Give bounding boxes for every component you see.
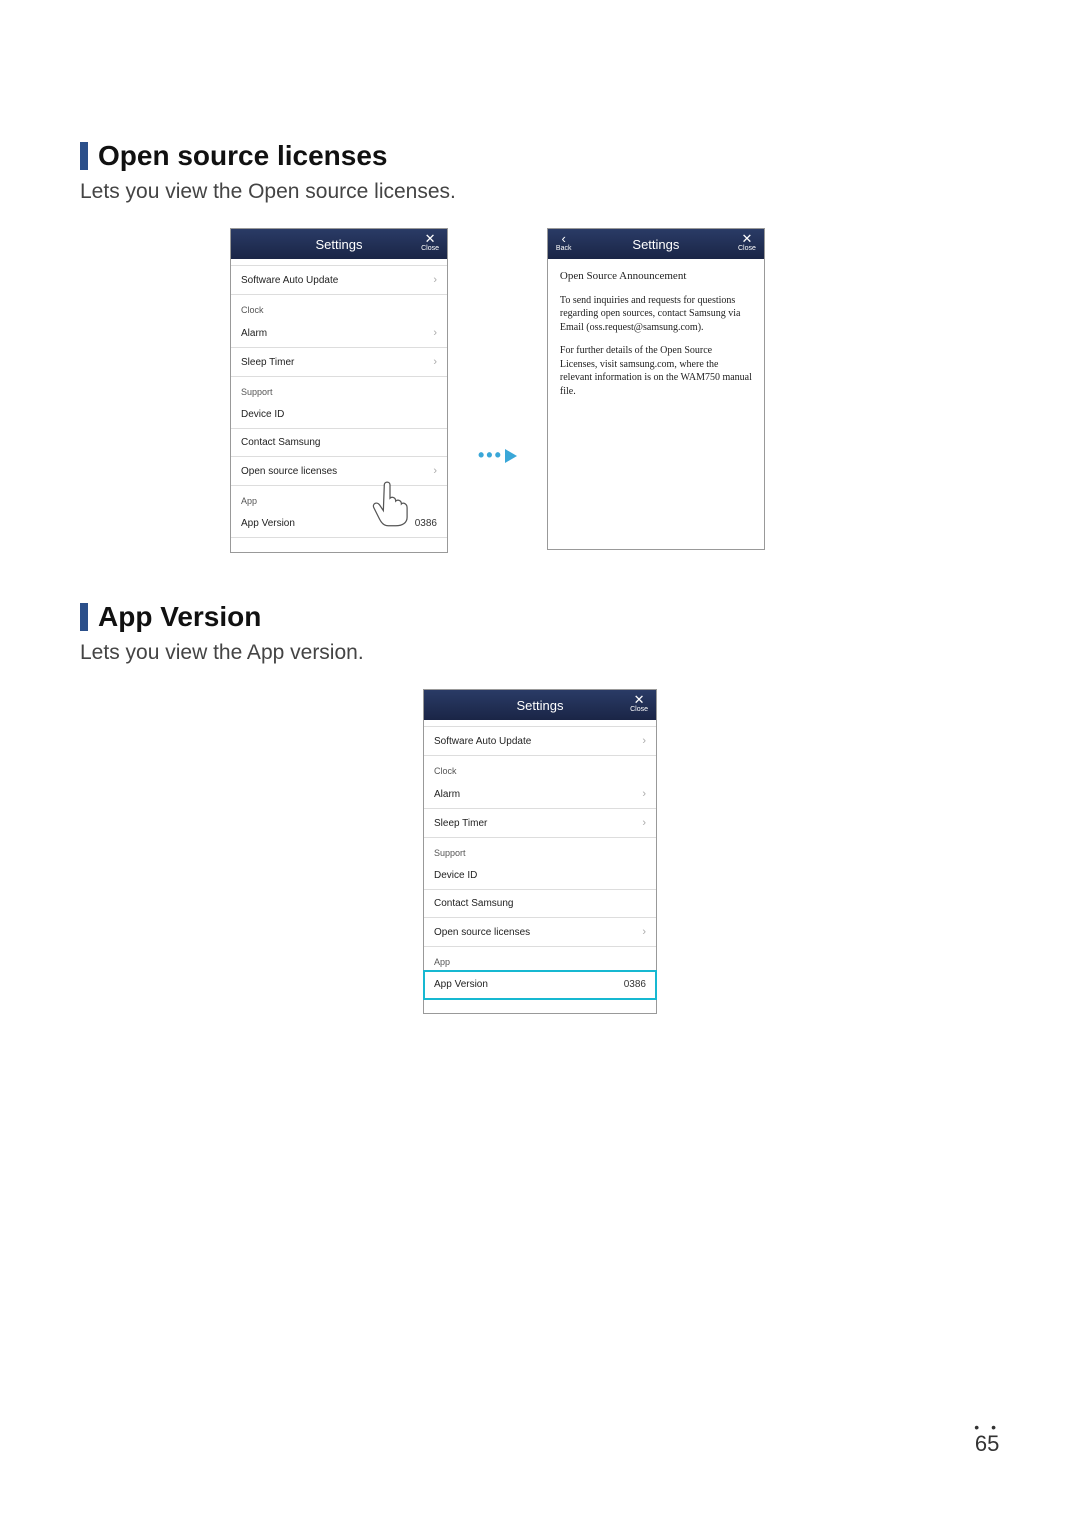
item-device-id[interactable]: Device ID: [231, 401, 447, 429]
item-label: Sleep Timer: [434, 818, 487, 829]
item-sleep-timer[interactable]: Sleep Timer ›: [231, 348, 447, 377]
heading-accent-bar: [80, 603, 88, 631]
item-label: Open source licenses: [434, 927, 530, 938]
close-label: Close: [630, 706, 648, 713]
group-support-label: Support: [424, 838, 656, 862]
item-software-auto-update[interactable]: Software Auto Update ›: [424, 726, 656, 756]
chevron-right-icon: ›: [433, 327, 437, 339]
chevron-right-icon: ›: [642, 817, 646, 829]
app-version-value: 0386: [624, 979, 646, 990]
chevron-right-icon: ›: [433, 356, 437, 368]
item-device-id[interactable]: Device ID: [424, 862, 656, 890]
item-label: Alarm: [241, 328, 267, 339]
item-app-version-highlighted[interactable]: App Version 0386: [424, 971, 656, 999]
oss-paragraph-1: To send inquiries and requests for quest…: [560, 294, 752, 335]
close-button[interactable]: ✕ Close: [421, 232, 439, 252]
close-button[interactable]: ✕ Close: [630, 693, 648, 713]
page-number-value: 65: [975, 1431, 999, 1456]
app-version-value: 0386: [415, 518, 437, 529]
chevron-right-icon: ›: [642, 788, 646, 800]
settings-screenshot-left: Settings ✕ Close Software Auto Update › …: [230, 228, 448, 553]
item-label: App Version: [434, 979, 488, 990]
item-label: Open source licenses: [241, 466, 337, 477]
group-clock-label: Clock: [424, 756, 656, 780]
item-open-source-licenses[interactable]: Open source licenses ›: [231, 457, 447, 486]
heading-text: Open source licenses: [98, 140, 387, 172]
item-label: Device ID: [241, 409, 284, 420]
section-description: Lets you view the Open source licenses.: [80, 180, 1000, 204]
close-label: Close: [421, 245, 439, 252]
close-button[interactable]: ✕ Close: [738, 232, 756, 252]
item-label: Alarm: [434, 789, 460, 800]
close-label: Close: [738, 245, 756, 252]
header-title: Settings: [517, 698, 564, 713]
settings-screenshot-appversion: Settings ✕ Close Software Auto Update › …: [423, 689, 657, 1014]
close-icon: ✕: [742, 232, 753, 245]
item-sleep-timer[interactable]: Sleep Timer ›: [424, 809, 656, 838]
item-label: Sleep Timer: [241, 357, 294, 368]
item-label: Software Auto Update: [241, 275, 338, 286]
header-title: Settings: [316, 237, 363, 252]
back-label: Back: [556, 245, 572, 252]
group-app-label: App: [424, 947, 656, 971]
item-contact-samsung[interactable]: Contact Samsung: [424, 890, 656, 918]
oss-announcement-screenshot: ‹ Back Settings ✕ Close Open Source Anno…: [547, 228, 765, 550]
group-support-label: Support: [231, 377, 447, 401]
flow-arrow-icon: •••: [478, 445, 517, 466]
close-icon: ✕: [425, 232, 436, 245]
item-software-auto-update[interactable]: Software Auto Update ›: [231, 265, 447, 295]
group-app-label: App: [231, 486, 447, 510]
section-heading-open-source: Open source licenses: [80, 140, 1000, 172]
heading-accent-bar: [80, 142, 88, 170]
section-description: Lets you view the App version.: [80, 641, 1000, 665]
item-open-source-licenses[interactable]: Open source licenses ›: [424, 918, 656, 947]
chevron-right-icon: ›: [642, 735, 646, 747]
chevron-right-icon: ›: [433, 274, 437, 286]
heading-text: App Version: [98, 601, 261, 633]
chevron-left-icon: ‹: [562, 232, 566, 245]
item-label: Software Auto Update: [434, 736, 531, 747]
phone-header: Settings ✕ Close: [231, 229, 447, 259]
item-alarm[interactable]: Alarm ›: [424, 780, 656, 809]
back-button[interactable]: ‹ Back: [556, 232, 572, 252]
oss-announcement-title: Open Source Announcement: [560, 269, 752, 284]
close-icon: ✕: [634, 693, 645, 706]
item-app-version[interactable]: App Version 0386: [231, 510, 447, 538]
phone-header: Settings ✕ Close: [424, 690, 656, 720]
item-label: Contact Samsung: [241, 437, 321, 448]
chevron-right-icon: ›: [433, 465, 437, 477]
item-alarm[interactable]: Alarm ›: [231, 319, 447, 348]
phone-header: ‹ Back Settings ✕ Close: [548, 229, 764, 259]
item-label: Contact Samsung: [434, 898, 514, 909]
header-title: Settings: [632, 237, 679, 252]
section-heading-app-version: App Version: [80, 601, 1000, 633]
item-label: App Version: [241, 518, 295, 529]
item-contact-samsung[interactable]: Contact Samsung: [231, 429, 447, 457]
oss-paragraph-2: For further details of the Open Source L…: [560, 344, 752, 398]
chevron-right-icon: ›: [642, 926, 646, 938]
item-label: Device ID: [434, 870, 477, 881]
page-number-dots-icon: • •: [974, 1423, 1000, 1431]
page-number: • • 65: [974, 1423, 1000, 1457]
group-clock-label: Clock: [231, 295, 447, 319]
